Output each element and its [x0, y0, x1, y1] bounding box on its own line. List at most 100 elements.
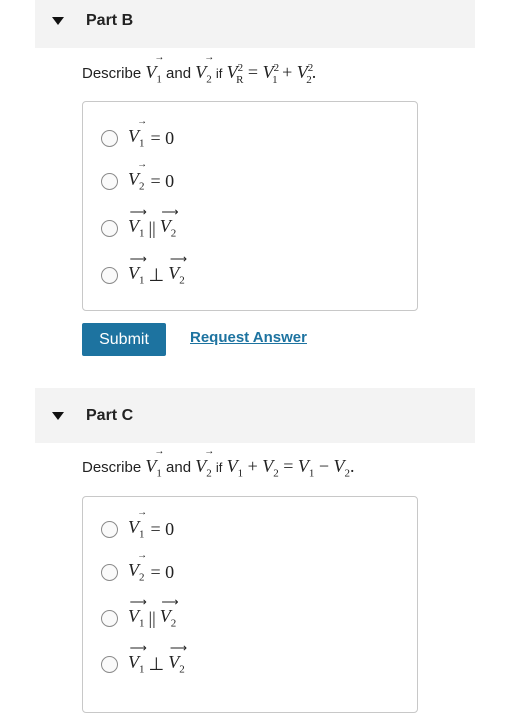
question-if: if	[215, 460, 223, 475]
subscript: 2	[139, 571, 145, 584]
radio-button[interactable]	[101, 563, 118, 581]
option-v1-zero[interactable]: V1 → = 0	[101, 508, 175, 544]
part-c-options-box: V1 → = 0 V2 → = 0 V1 ⟶ || V2 ⟶ V1 ⟶ ⊥ V2 ⟶	[82, 496, 418, 713]
part-c-header[interactable]: Part C	[35, 388, 475, 443]
submit-button[interactable]: Submit	[82, 323, 166, 356]
plus-sign: +	[247, 456, 258, 476]
option-parallel[interactable]: V1 ⟶ || V2 ⟶	[101, 596, 179, 633]
var-v: V	[145, 62, 157, 82]
vector-arrow-icon: ⟶	[161, 595, 178, 610]
var-v: V	[262, 456, 274, 476]
subscript: 1	[272, 73, 278, 86]
subscript: 1	[156, 73, 162, 86]
subscript: 1	[156, 467, 162, 480]
subscript: 2	[206, 467, 212, 480]
var-v: V	[128, 263, 139, 284]
var-v: V	[168, 652, 180, 673]
option-relation: ⊥	[148, 264, 165, 285]
option-v2-zero[interactable]: V2 → = 0	[101, 551, 175, 587]
question-and: and	[166, 459, 192, 476]
part-b-question: Describe V1 → and V2 → if V2R = V21 + V22.	[82, 53, 317, 86]
vector-arrow-icon: →	[204, 52, 215, 63]
subscript: 1	[139, 663, 145, 676]
vector-arrow-icon: →	[137, 116, 148, 128]
request-answer-link[interactable]: Request Answer	[190, 329, 307, 346]
vector-arrow-icon: →	[154, 52, 165, 63]
radio-button[interactable]	[101, 129, 118, 147]
var-v: V	[128, 560, 139, 581]
var-v: V	[128, 216, 139, 237]
option-relation: = 0	[150, 127, 175, 148]
var-v: V	[226, 456, 238, 476]
var-v: V	[159, 606, 171, 627]
subscript: R	[236, 73, 244, 86]
option-v2-zero[interactable]: V2 → = 0	[101, 160, 175, 196]
subscript: 1	[139, 137, 145, 150]
radio-button[interactable]	[101, 266, 118, 284]
subscript: 1	[139, 528, 145, 541]
option-relation: = 0	[150, 561, 175, 582]
option-relation: = 0	[150, 170, 175, 191]
subscript: 2	[179, 274, 185, 287]
vector-arrow-icon: ⟶	[129, 205, 147, 220]
subscript: 2	[206, 73, 212, 86]
question-prefix: Describe	[82, 459, 142, 476]
var-v: V	[333, 456, 345, 476]
vector-arrow-icon: ⟶	[129, 641, 147, 656]
radio-button[interactable]	[101, 520, 118, 538]
radio-button[interactable]	[101, 609, 118, 627]
subscript: 2	[139, 180, 145, 193]
vector-arrow-icon: ⟶	[161, 205, 178, 220]
equation: V1 + V2 = V1 − V2.	[226, 456, 355, 480]
var-v: V	[128, 126, 139, 147]
vector-arrow-icon: →	[137, 507, 148, 519]
exponent: 2	[237, 62, 244, 74]
vector-arrow-icon: →	[154, 446, 165, 457]
question-and: and	[166, 65, 192, 82]
subscript: 1	[237, 467, 244, 480]
var-v: V	[195, 62, 207, 82]
var-v: V	[159, 216, 171, 237]
var-v: V	[128, 606, 139, 627]
var-v: V	[128, 517, 139, 538]
question-if: if	[215, 66, 223, 81]
subscript: 1	[308, 467, 315, 480]
option-perpendicular[interactable]: V1 ⟶ ⊥ V2 ⟶	[101, 253, 187, 290]
var-v: V	[128, 169, 139, 190]
option-relation: = 0	[150, 518, 175, 539]
var-v: V	[195, 456, 207, 476]
option-v1-zero[interactable]: V1 → = 0	[101, 117, 175, 153]
vector-arrow-icon: →	[204, 446, 215, 457]
var-v: V	[128, 652, 139, 673]
part-b-title: Part B	[86, 11, 134, 29]
minus-sign: −	[318, 456, 330, 476]
subscript: 2	[170, 227, 177, 240]
part-b-header[interactable]: Part B	[35, 0, 475, 48]
plus-sign: +	[282, 62, 293, 82]
option-relation: ⊥	[148, 653, 165, 674]
vector-arrow-icon: ⟶	[129, 252, 147, 267]
equation: V2R = V21 + V22.	[226, 62, 317, 86]
collapse-triangle-icon[interactable]	[52, 16, 64, 25]
subscript: 1	[139, 274, 145, 287]
var-v: V	[145, 456, 157, 476]
subscript: 2	[273, 467, 279, 480]
radio-button[interactable]	[101, 655, 118, 673]
collapse-triangle-icon[interactable]	[52, 411, 64, 420]
subscript: 1	[139, 617, 145, 630]
equals-sign: =	[247, 62, 259, 82]
subscript: 1	[139, 227, 145, 240]
exponent: 2	[273, 62, 280, 74]
question-prefix: Describe	[82, 65, 142, 82]
subscript: 2	[170, 617, 177, 630]
vector-arrow-icon: ⟶	[129, 595, 147, 610]
option-parallel[interactable]: V1 ⟶ || V2 ⟶	[101, 206, 179, 243]
part-c-question: Describe V1 → and V2 → if V1 + V2 = V1 − V…	[82, 447, 355, 480]
radio-button[interactable]	[101, 219, 118, 237]
part-b-options-box: V1 → = 0 V2 → = 0 V1 ⟶ || V2 ⟶ V1 ⟶ ⊥ V2 ⟶	[82, 101, 418, 311]
subscript: 2	[179, 663, 185, 676]
radio-button[interactable]	[101, 172, 118, 190]
vector-arrow-icon: →	[137, 550, 148, 562]
equals-sign: =	[283, 456, 294, 476]
option-perpendicular[interactable]: V1 ⟶ ⊥ V2 ⟶	[101, 642, 187, 679]
